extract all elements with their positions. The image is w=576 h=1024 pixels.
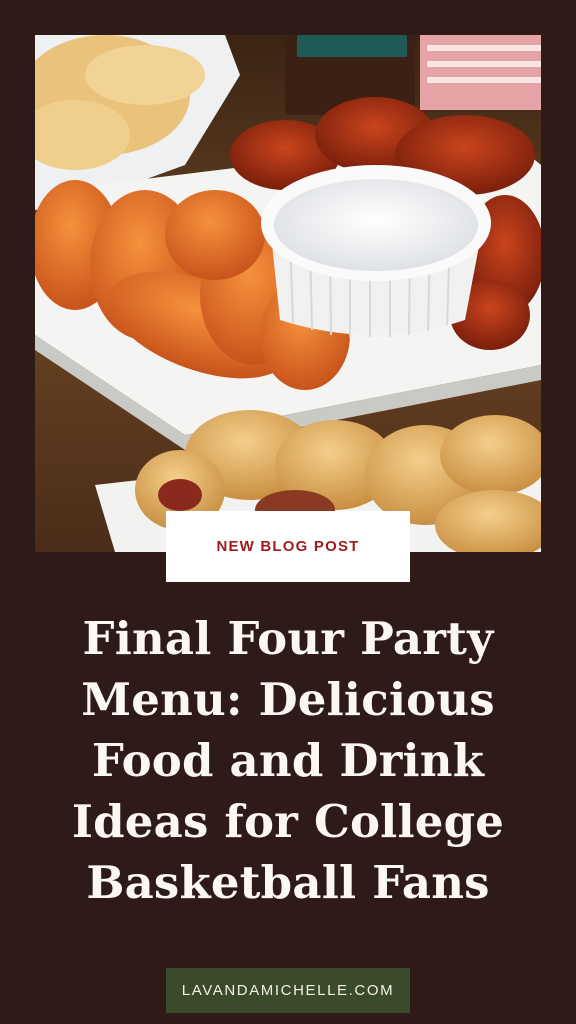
website-link[interactable]: LAVANDAMICHELLE.COM <box>166 968 410 1013</box>
pin-card: NEW BLOG POST Final Four Party Menu: Del… <box>0 0 576 1024</box>
food-photo <box>35 35 541 552</box>
new-blog-post-badge: NEW BLOG POST <box>166 511 410 582</box>
post-title: Final Four Party Menu: Delicious Food an… <box>71 612 505 909</box>
